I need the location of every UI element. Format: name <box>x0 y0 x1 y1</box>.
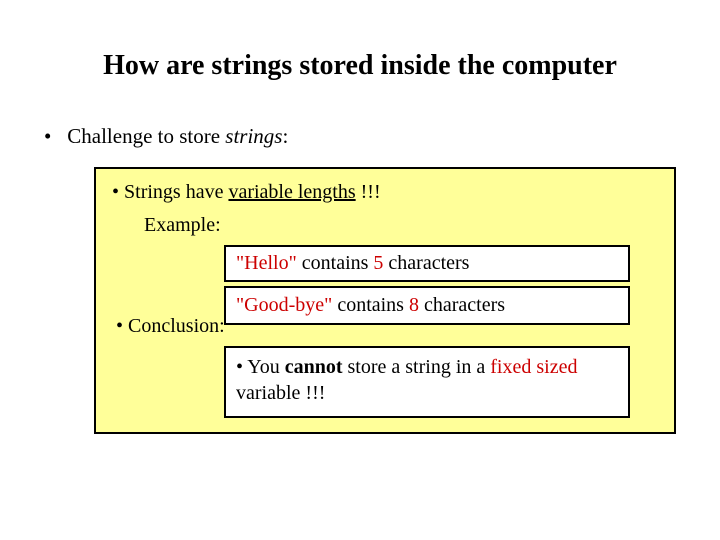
challenge-colon: : <box>282 124 288 148</box>
slide-title: How are strings stored inside the comput… <box>36 50 684 82</box>
goodbye-literal: "Good-bye" <box>236 294 332 316</box>
bullet-dot: • <box>44 124 62 149</box>
example-goodbye-box: "Good-bye" contains 8 characters <box>224 286 630 325</box>
slide: How are strings stored inside the comput… <box>0 0 720 540</box>
concl-cannot: cannot <box>285 356 343 378</box>
yb-prefix: Strings have <box>119 181 228 203</box>
challenge-mid: to store <box>152 124 225 148</box>
example-label: Example: <box>112 214 658 237</box>
goodbye-count: 8 <box>409 294 419 316</box>
conclusion-bullet: • <box>116 315 123 337</box>
goodbye-contains: contains <box>332 294 409 316</box>
conclusion-text: Conclusion: <box>123 315 225 337</box>
conclusion-box: • You cannot store a string in a fixed s… <box>224 346 630 418</box>
hello-literal: "Hello" <box>236 252 297 274</box>
example-hello-box: "Hello" contains 5 characters <box>224 245 630 282</box>
yb-suffix: !!! <box>356 181 381 203</box>
yb-bullet: • <box>112 181 119 203</box>
challenge-strings-word: strings <box>225 124 282 148</box>
outer-bullet-challenge: • Challenge to store strings: <box>36 124 684 149</box>
concl-p3: variable !!! <box>236 382 325 404</box>
hello-characters: characters <box>383 252 469 274</box>
hello-contains: contains <box>297 252 374 274</box>
concl-p1: You <box>243 356 285 378</box>
concl-bullet: • <box>236 356 243 378</box>
concl-fixed: fixed sized <box>490 356 577 378</box>
goodbye-characters: characters <box>419 294 505 316</box>
variable-lengths-underlined: variable lengths <box>228 181 355 203</box>
concl-p2: store a string in a <box>343 356 491 378</box>
yellow-content-box: • Strings have variable lengths !!! Exam… <box>94 167 676 434</box>
variable-lengths-line: • Strings have variable lengths !!! <box>112 181 658 204</box>
challenge-prefix: Challenge <box>67 124 152 148</box>
hello-count: 5 <box>373 252 383 274</box>
